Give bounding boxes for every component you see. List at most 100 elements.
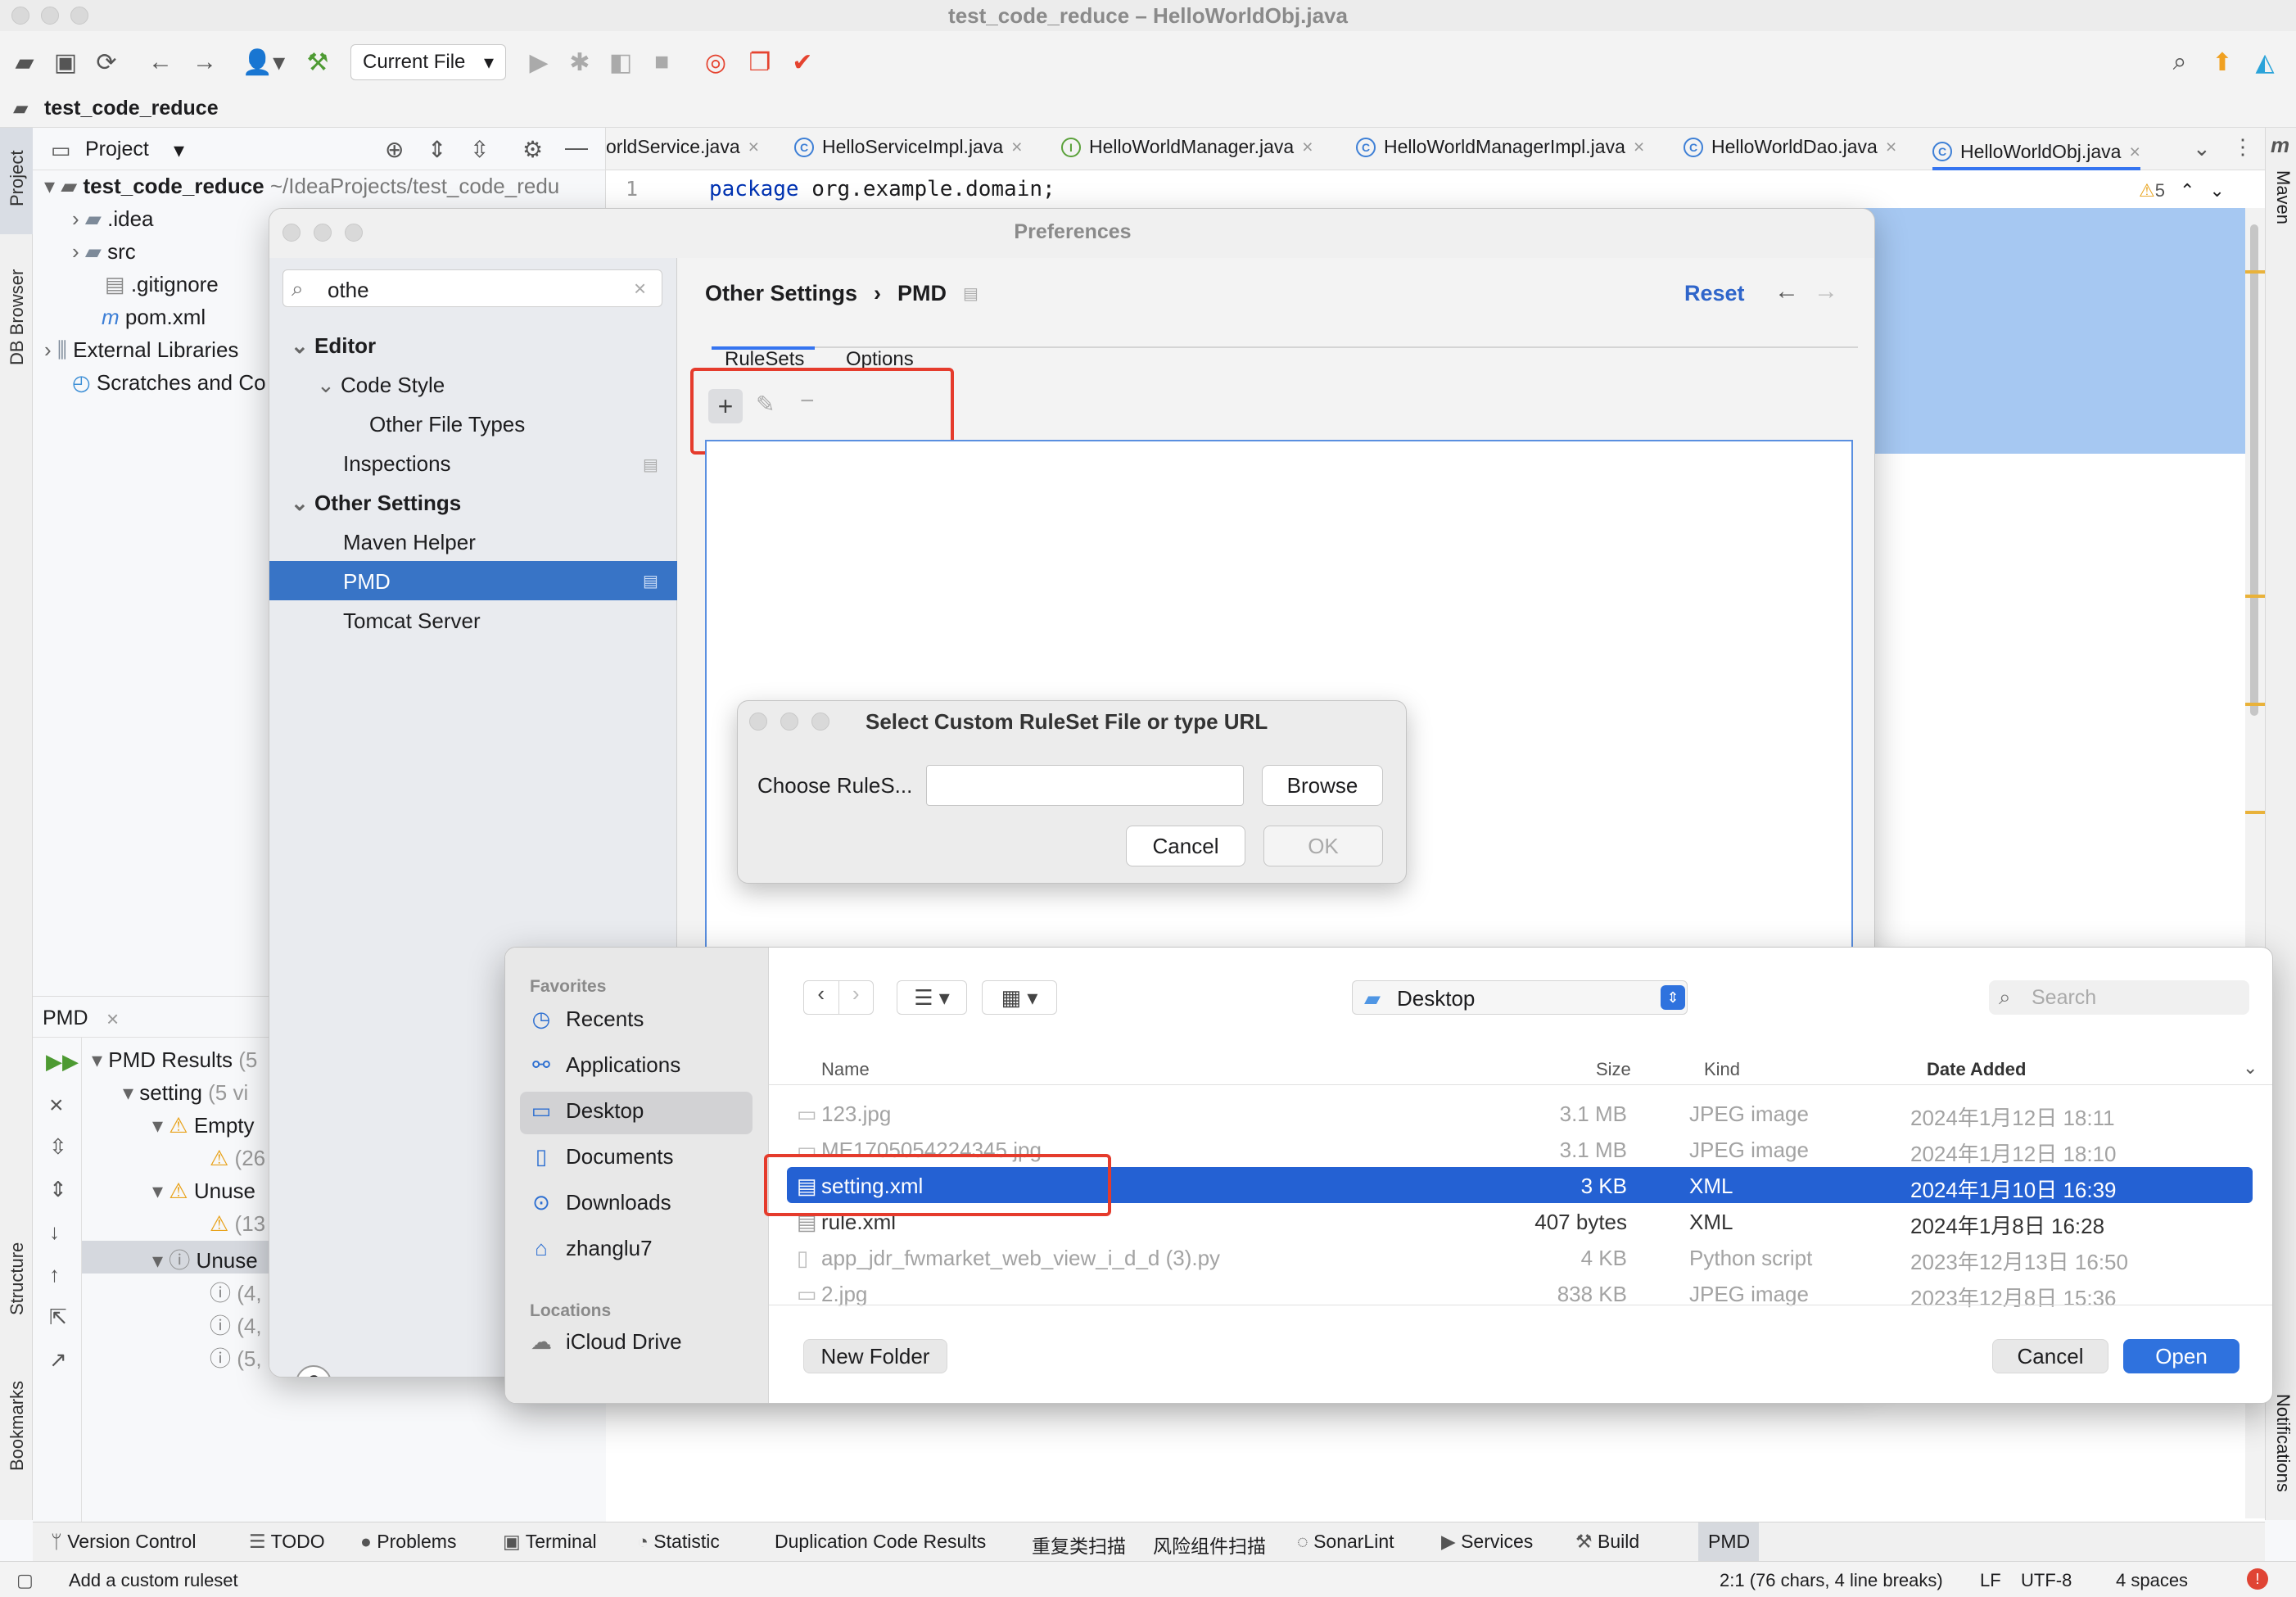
tree-other-settings[interactable]: ⌄ Other Settings (291, 491, 461, 516)
update-icon[interactable]: ⬆ (2204, 44, 2240, 80)
tab-problems[interactable]: ● Problems (360, 1531, 456, 1553)
search-everywhere-icon[interactable]: ⌕ (2162, 44, 2198, 80)
user-icon[interactable]: 👤▾ (239, 44, 288, 80)
file-row[interactable]: ▭ 2.jpg 838 KB JPEG image 2023年12月8日 15:… (775, 1275, 2264, 1311)
tab-helloworlddao[interactable]: C HelloWorldDao.java × (1684, 136, 1896, 158)
expand-all-icon[interactable]: ⇕ (427, 136, 446, 163)
breadcrumb-parent[interactable]: Other Settings (705, 281, 857, 306)
collapse-all-icon[interactable]: ⇳ (470, 136, 489, 163)
warning-marker[interactable] (2245, 595, 2265, 598)
tab-helloworldobj[interactable]: C HelloWorldObj.java × (1932, 136, 2140, 170)
arrow-up-icon[interactable]: ↑ (49, 1262, 60, 1287)
tree-item-src[interactable]: › ▰ src (72, 239, 136, 265)
sidebar-item-downloads[interactable]: ⊙ Downloads (530, 1190, 671, 1215)
list-view-icon[interactable]: ☰ ▾ (897, 980, 967, 1015)
warning-marker[interactable] (2245, 270, 2265, 274)
cancel-button[interactable]: Cancel (1992, 1339, 2108, 1373)
tree-inspections[interactable]: Inspections (343, 451, 451, 477)
back-icon[interactable]: ← (142, 44, 179, 80)
build-hammer-icon[interactable]: ⚒ (300, 44, 336, 80)
bookmarks-tool-label[interactable]: Bookmarks (7, 1381, 28, 1471)
gear-icon[interactable]: ⚙ (522, 136, 543, 163)
tab-duplication-code[interactable]: Duplication Code Results (775, 1531, 986, 1553)
close-icon[interactable]: × (49, 1092, 64, 1120)
project-panel-title[interactable]: Project (85, 138, 149, 161)
open-button[interactable]: Open (2123, 1339, 2240, 1373)
back-icon[interactable]: ‹ (804, 981, 839, 1014)
pmd-multi-icon[interactable]: ❐ (742, 44, 778, 80)
search-field[interactable]: ⌕ othe × (282, 269, 662, 307)
tree-item-gitignore[interactable]: ▤ .gitignore (105, 272, 219, 297)
file-row[interactable]: ▭ 123.jpg 3.1 MB JPEG image 2024年1月12日 1… (775, 1095, 2264, 1131)
column-name[interactable]: Name (821, 1059, 870, 1080)
tree-pmd-selected[interactable]: PMD ▤ (269, 561, 677, 600)
chevron-up-icon[interactable]: ⌃ (2180, 180, 2194, 201)
warning-marker[interactable] (2245, 811, 2265, 814)
tree-item-scratches[interactable]: ◴ Scratches and Co (72, 370, 266, 396)
indent-setting[interactable]: 4 spaces (2116, 1570, 2188, 1591)
inspection-widget[interactable]: ⚠5 ⌃ ⌄ (2139, 180, 2225, 201)
sidebar-item-documents[interactable]: ▯ Documents (530, 1144, 674, 1169)
maven-tool-label[interactable]: Maven (2272, 170, 2294, 224)
structure-tool-label[interactable]: Structure (7, 1242, 28, 1315)
tree-code-style[interactable]: ⌄ Code Style (317, 373, 445, 398)
pmd-violation-node[interactable]: ⓘ (5, (210, 1342, 262, 1373)
locate-icon[interactable]: ⊕ (385, 136, 404, 163)
forward-icon[interactable]: › (839, 981, 874, 1014)
help-button[interactable]: ? (296, 1365, 332, 1377)
open-folder-icon[interactable]: ▰ (7, 44, 43, 80)
pmd-violation-node[interactable]: ⚠ (26 (210, 1146, 265, 1171)
pmd-rule-node[interactable]: ▾ ⓘ Unuse (152, 1244, 258, 1274)
forward-icon[interactable]: → (187, 44, 223, 80)
pmd-check-icon[interactable]: ✔ (784, 44, 820, 80)
db-browser-tool-label[interactable]: DB Browser (7, 269, 28, 365)
tab-list-icon[interactable]: ⌄ (2193, 136, 2211, 161)
open-external-icon[interactable]: ↗ (49, 1347, 67, 1373)
location-select[interactable]: ▰ Desktop ⇕ (1352, 980, 1688, 1015)
file-row[interactable]: ▯ app_jdr_fwmarket_web_view_i_d_d (3).py… (775, 1239, 2264, 1275)
run-icon[interactable]: ▶▶ (46, 1049, 79, 1074)
close-icon[interactable]: × (1886, 136, 1896, 158)
tab-statistic[interactable]: ◔ Statistic (637, 1531, 720, 1553)
pmd-scan-icon[interactable]: ◎ (698, 44, 734, 80)
ruleset-path-input[interactable] (926, 765, 1244, 806)
new-folder-button[interactable]: New Folder (803, 1339, 947, 1373)
pmd-results-node[interactable]: ▾ PMD Results (5 (92, 1047, 257, 1073)
tab-terminal[interactable]: ▣ Terminal (503, 1531, 597, 1553)
pmd-rule-node[interactable]: ▾ ⚠ Empty (152, 1113, 255, 1138)
close-icon[interactable]: × (748, 136, 759, 158)
close-icon[interactable]: × (2129, 141, 2140, 163)
pmd-violation-node[interactable]: ⚠ (13 (210, 1211, 265, 1237)
reset-link[interactable]: Reset (1684, 281, 1745, 306)
tree-item-pom[interactable]: m pom.xml (102, 305, 206, 330)
tab-helloworldmanagerimpl[interactable]: C HelloWorldManagerImpl.java × (1356, 136, 1644, 158)
tab-helloworldservice[interactable]: orldService.java × (606, 136, 759, 158)
file-encoding[interactable]: UTF-8 (2021, 1570, 2072, 1591)
close-window-button[interactable] (749, 713, 767, 731)
forward-arrow-icon[interactable]: → (1814, 278, 1838, 305)
warning-marker[interactable] (2245, 703, 2265, 706)
panel-toggle-icon[interactable]: ▢ (16, 1570, 34, 1591)
tree-other-file-types[interactable]: Other File Types (369, 412, 525, 437)
stop-icon[interactable]: ■ (644, 44, 680, 80)
chevron-down-icon[interactable]: ▾ (174, 138, 184, 163)
sidebar-item-home[interactable]: ⌂ zhanglu7 (530, 1236, 652, 1261)
column-kind[interactable]: Kind (1704, 1059, 1740, 1080)
search-input[interactable]: othe (328, 278, 369, 303)
sidebar-item-icloud[interactable]: ☁ iCloud Drive (530, 1329, 682, 1355)
tab-sonarlint[interactable]: ◌ SonarLint (1297, 1531, 1394, 1553)
sidebar-item-recents[interactable]: ◷ Recents (530, 1007, 644, 1032)
notifications-tool-label[interactable]: Notifications (2272, 1394, 2294, 1492)
collapse-icon[interactable]: ⇳ (49, 1134, 67, 1160)
column-date-added[interactable]: Date Added (1927, 1059, 2026, 1080)
line-separator[interactable]: LF (1980, 1570, 2001, 1591)
tree-item-external-libraries[interactable]: › ⫼ External Libraries (44, 337, 238, 364)
tree-editor[interactable]: ⌄ Editor (291, 333, 376, 359)
tree-item-idea[interactable]: › ▰ .idea (72, 206, 154, 232)
grid-view-icon[interactable]: ▦ ▾ (982, 980, 1057, 1015)
sync-icon[interactable]: ⟳ (88, 44, 124, 80)
tab-duplicate-class-scan[interactable]: 重复类扫描 (1032, 1531, 1126, 1559)
tab-risk-component-scan[interactable]: 风险组件扫描 (1153, 1531, 1266, 1559)
clear-icon[interactable]: × (634, 276, 646, 301)
pmd-violation-node[interactable]: ⓘ (4, (210, 1277, 262, 1307)
